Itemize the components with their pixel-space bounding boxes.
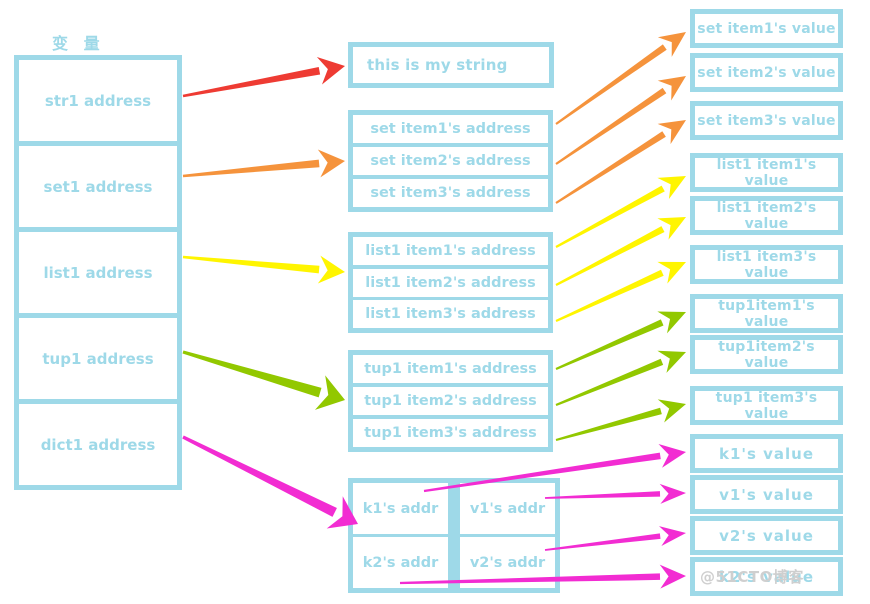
list-item2-to-value-arrow bbox=[555, 217, 686, 286]
v2-addr-to-value-arrow bbox=[544, 526, 686, 551]
dict1-to-dict-group-arrow bbox=[182, 435, 358, 529]
variable-label: str1 address bbox=[44, 91, 152, 110]
set-item3-to-value-arrow bbox=[555, 120, 686, 204]
set-address-group: set item1's address set item2's address … bbox=[348, 110, 553, 212]
list-address-label: list1 item2's address bbox=[365, 274, 536, 291]
value-box-list-item1: list1 item1's value bbox=[690, 153, 843, 192]
value-box-label: tup1item1's value bbox=[718, 297, 815, 330]
value-box-label: v2's value bbox=[719, 526, 814, 545]
dict-value-label: v1's addr bbox=[469, 500, 546, 517]
set-item1-to-value-arrow bbox=[555, 32, 686, 125]
dict-value-cell: v1's addr bbox=[460, 483, 555, 534]
list-address-label: list1 item3's address bbox=[365, 306, 536, 322]
tuple-address-row: tup1 item1's address bbox=[353, 355, 548, 383]
set-address-row: set item1's address bbox=[353, 115, 548, 143]
tuple-address-row: tup1 item3's address bbox=[353, 419, 548, 447]
list-item1-to-value-arrow bbox=[555, 176, 686, 248]
set-address-label: set item1's address bbox=[370, 121, 531, 137]
variable-row-list1: list1 address bbox=[19, 232, 177, 318]
value-box-label: list1 item1's value bbox=[716, 156, 817, 189]
dict-key-cell: k1's addr bbox=[353, 483, 448, 534]
string-object-label: this is my string bbox=[367, 56, 508, 74]
dict-key-cell: k2's addr bbox=[353, 537, 448, 588]
tuple-address-label: tup1 item3's address bbox=[364, 425, 537, 441]
list-address-row: list1 item1's address bbox=[353, 237, 548, 265]
variables-title: 变 量 bbox=[52, 34, 105, 53]
value-box-tup-item3: tup1 item3's value bbox=[690, 386, 843, 425]
value-box-label: list1 item2's value bbox=[716, 199, 817, 232]
value-box-set-item2: set item2's value bbox=[690, 53, 843, 92]
set-address-row: set item2's address bbox=[353, 147, 548, 175]
variable-row-tup1: tup1 address bbox=[19, 318, 177, 404]
variable-row-str1: str1 address bbox=[19, 60, 177, 146]
value-box-list-item3: list1 item3's value bbox=[690, 245, 843, 284]
value-box-label: set item2's value bbox=[697, 64, 836, 81]
variable-label: set1 address bbox=[43, 177, 153, 196]
variables-stack: str1 address set1 address list1 address … bbox=[14, 55, 182, 490]
value-box-tup-item2: tup1item2's value bbox=[690, 335, 843, 374]
value-box-v2: v2's value bbox=[690, 516, 843, 555]
value-box-label: v1's value bbox=[719, 485, 814, 504]
list1-to-list-group-arrow bbox=[182, 255, 345, 284]
set1-to-set-group-arrow bbox=[182, 149, 345, 178]
list-address-row: list1 item2's address bbox=[353, 268, 548, 297]
value-box-label: set item3's value bbox=[697, 112, 836, 129]
set-address-label: set item2's address bbox=[370, 153, 531, 169]
value-box-k1: k1's value bbox=[690, 434, 843, 473]
variable-label: list1 address bbox=[43, 263, 153, 282]
dict-key-label: k1's addr bbox=[362, 500, 439, 517]
value-box-label: set item1's value bbox=[697, 20, 836, 37]
dict-key-label: k2's addr bbox=[362, 554, 439, 571]
value-box-v1: v1's value bbox=[690, 475, 843, 514]
value-box-list-item2: list1 item2's value bbox=[690, 196, 843, 235]
set-item2-to-value-arrow bbox=[555, 76, 686, 165]
watermark: @51CTO博客 bbox=[700, 568, 804, 586]
dict-address-row: k2's addr v2's addr bbox=[353, 537, 555, 588]
dict-value-label: v2's addr bbox=[469, 554, 546, 571]
value-box-label: tup1item2's value bbox=[718, 338, 815, 371]
tuple-address-label: tup1 item1's address bbox=[364, 361, 537, 377]
string-object-box: this is my string bbox=[348, 42, 554, 88]
tup-item3-to-value-arrow bbox=[555, 399, 686, 442]
value-box-label: k1's value bbox=[718, 444, 815, 463]
dict-address-group: k1's addr v1's addr k2's addr v2's addr bbox=[348, 478, 560, 593]
tuple-address-group: tup1 item1's address tup1 item2's addres… bbox=[348, 350, 553, 452]
variable-row-set1: set1 address bbox=[19, 146, 177, 232]
str1-to-string-arrow bbox=[182, 56, 345, 98]
variable-label: tup1 address bbox=[42, 349, 154, 368]
variable-row-dict1: dict1 address bbox=[19, 404, 177, 485]
dict-address-row: k1's addr v1's addr bbox=[353, 483, 555, 534]
value-box-label: list1 item3's value bbox=[716, 248, 817, 281]
value-box-label: tup1 item3's value bbox=[715, 389, 818, 422]
set-address-row: set item3's address bbox=[353, 179, 548, 207]
set-address-label: set item3's address bbox=[370, 185, 531, 201]
tup-item1-to-value-arrow bbox=[555, 311, 686, 370]
value-box-set-item1: set item1's value bbox=[690, 9, 843, 48]
list-address-group: list1 item1's address list1 item2's addr… bbox=[348, 232, 553, 333]
tuple-address-row: tup1 item2's address bbox=[353, 387, 548, 415]
list-item3-to-value-arrow bbox=[555, 261, 686, 322]
dict-value-cell: v2's addr bbox=[460, 537, 555, 588]
tup1-to-tup-group-arrow bbox=[182, 350, 345, 410]
tuple-address-label: tup1 item2's address bbox=[364, 393, 537, 409]
v1-addr-to-value-arrow bbox=[544, 483, 686, 504]
variable-label: dict1 address bbox=[40, 435, 156, 454]
diagram-canvas: 变 量 str1 address set1 address list1 addr… bbox=[0, 0, 870, 604]
list-address-row: list1 item3's address bbox=[353, 300, 548, 328]
list-address-label: list1 item1's address bbox=[365, 243, 536, 259]
tup-item2-to-value-arrow bbox=[555, 350, 686, 407]
value-box-set-item3: set item3's value bbox=[690, 101, 843, 140]
value-box-tup-item1: tup1item1's value bbox=[690, 294, 843, 333]
